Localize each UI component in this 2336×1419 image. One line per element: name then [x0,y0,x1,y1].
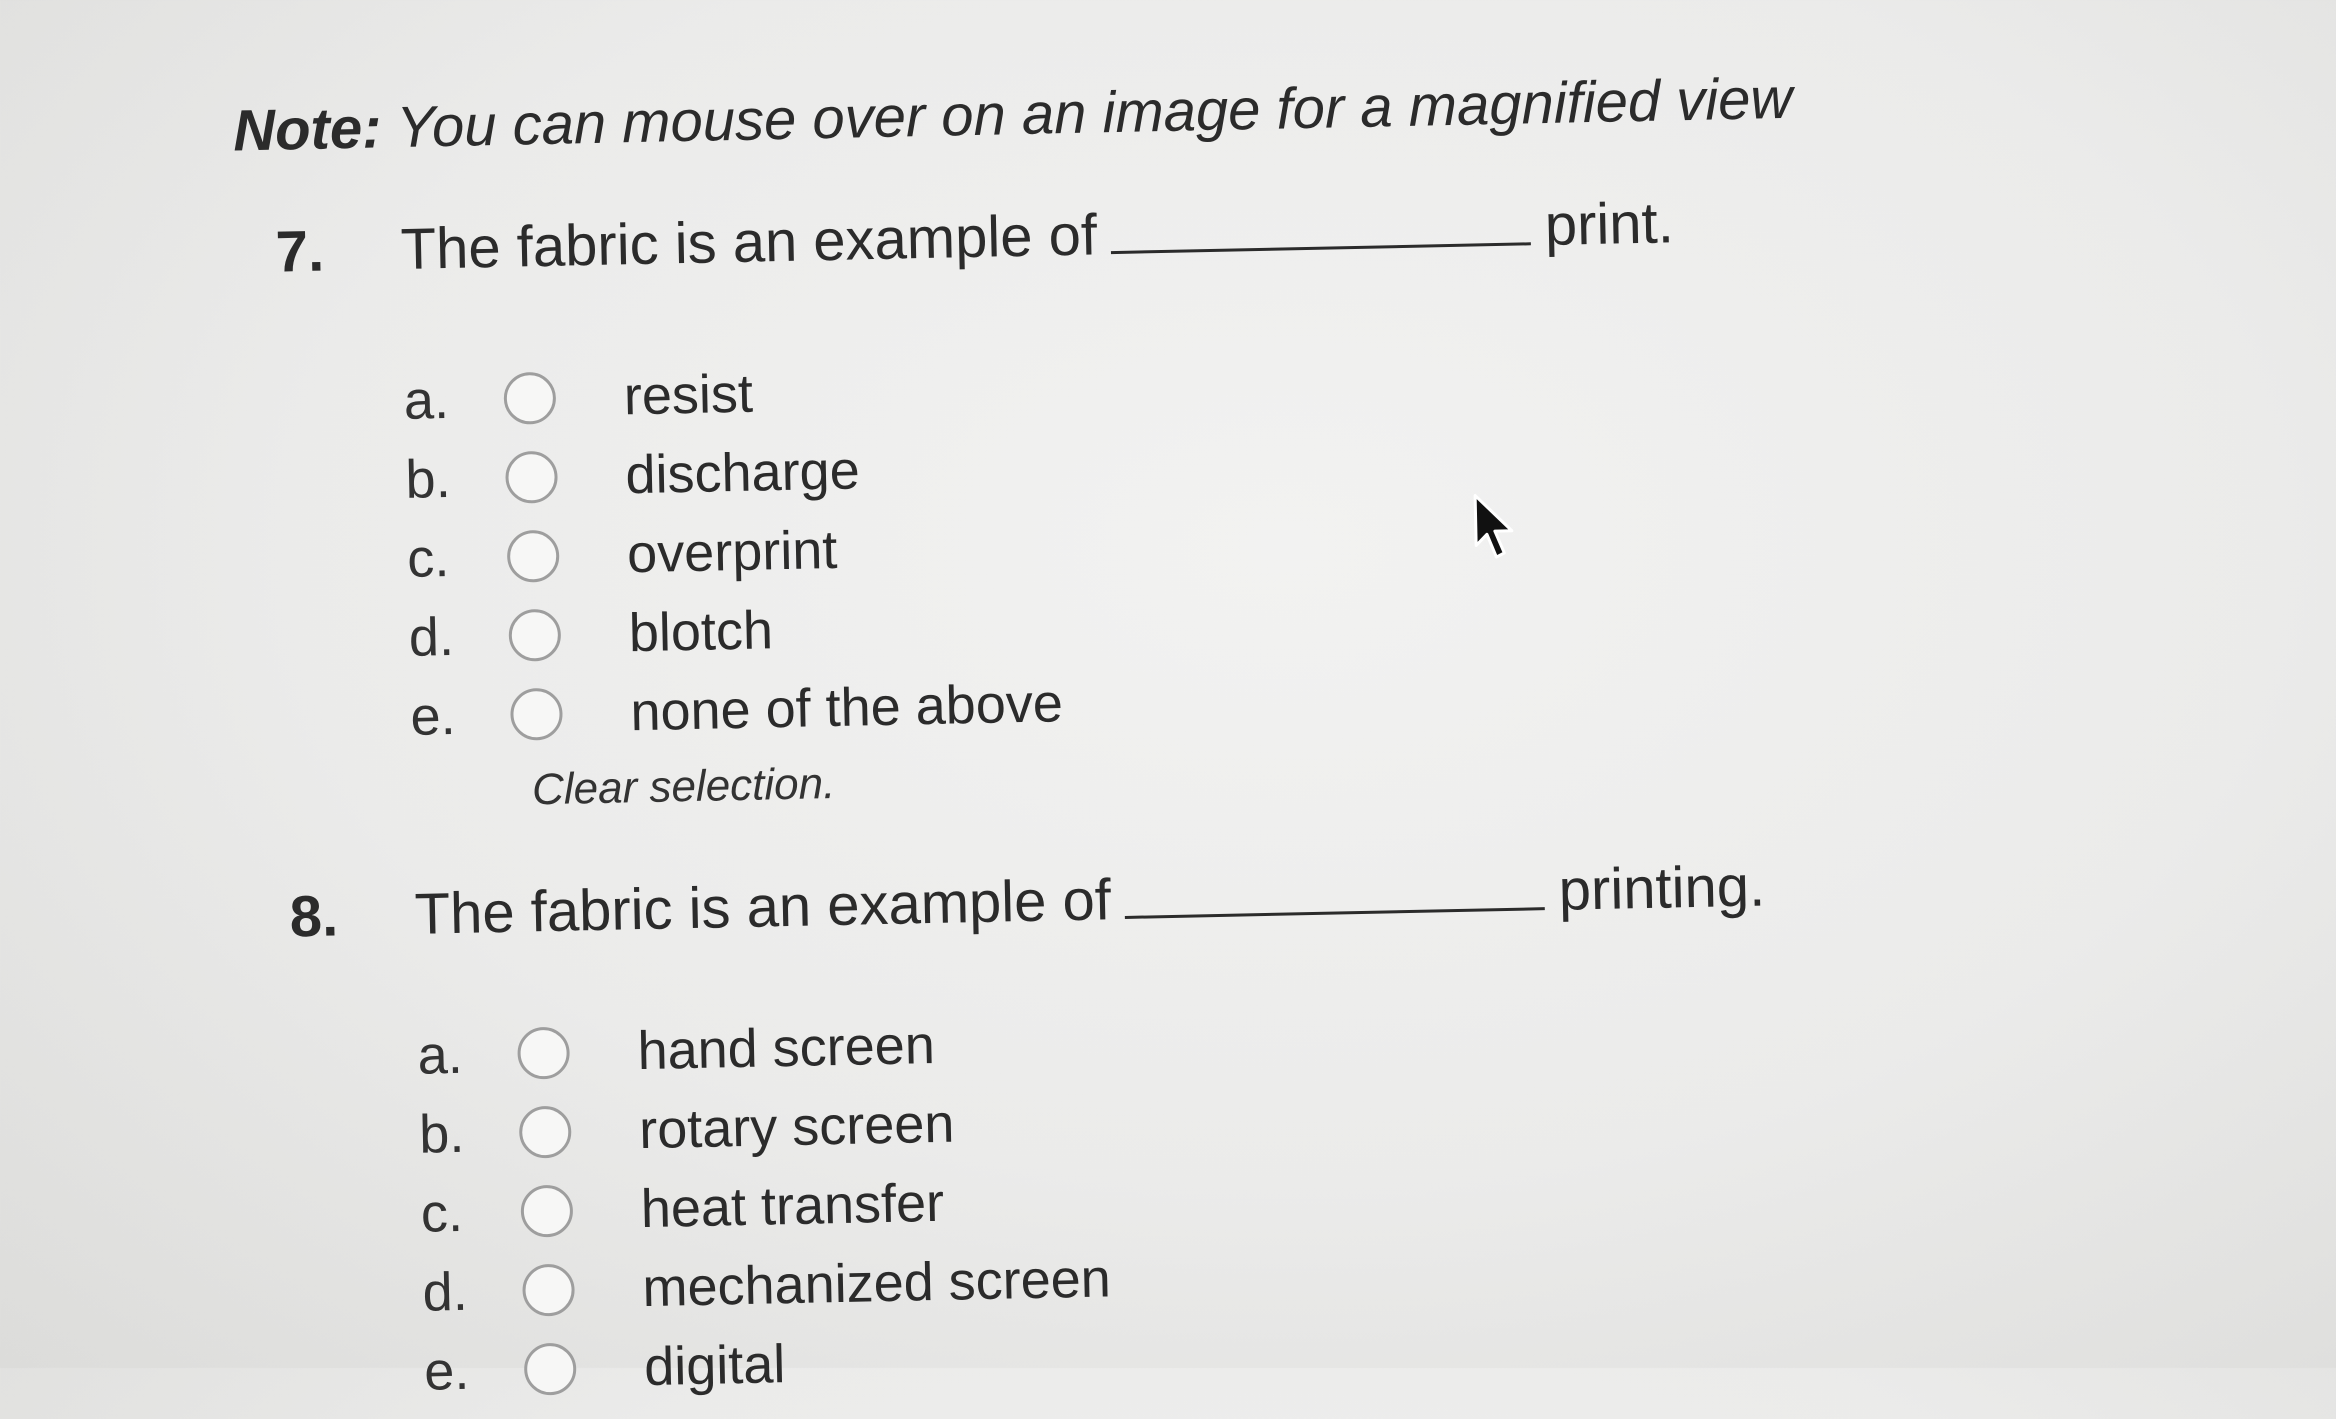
option-label[interactable]: blotch [628,599,773,664]
radio-button-icon[interactable] [520,1184,574,1238]
answer-blank [1110,194,1532,255]
option-7e[interactable]: e. none of the above [410,663,1064,756]
option-letter: c. [406,527,450,589]
option-letter: c. [420,1182,464,1244]
radio-button-icon[interactable] [503,371,557,425]
radio-button-icon[interactable] [509,687,564,741]
option-label[interactable]: digital [644,1333,786,1398]
question-8-options: a. hand screen b. rotary screen c. heat … [417,1001,1113,1410]
option-8b[interactable]: b. rotary screen [418,1080,1108,1173]
option-letter: d. [421,1261,469,1323]
question-7-options: a. resist b. discharge c. overprint d. b… [403,347,1064,756]
option-letter: a. [416,1024,464,1086]
option-letter: b. [418,1103,465,1165]
quiz-page: Note: You can mouse over on an image for… [0,0,2336,1401]
option-7b[interactable]: b. discharge [405,426,1059,519]
question-text-before: The fabric is an example of [400,202,1098,282]
note: Note: You can mouse over on an image for… [233,65,1793,165]
option-label[interactable]: none of the above [630,672,1064,743]
option-8e[interactable]: e. digital [423,1317,1113,1410]
note-text: You can mouse over on an image for a mag… [395,65,1793,161]
question-number: 7. [275,218,325,285]
option-label[interactable]: resist [623,362,753,427]
option-label[interactable]: discharge [625,439,860,506]
option-7d[interactable]: d. blotch [408,584,1062,677]
radio-button-icon[interactable] [506,529,560,583]
question-7: 7. The fabric is an example of print. [275,189,1674,285]
option-letter: a. [403,369,450,431]
question-number: 8. [289,883,339,950]
option-label[interactable]: heat transfer [640,1171,944,1239]
option-letter: d. [408,606,455,668]
question-text-after: printing. [1558,853,1766,923]
mouse-pointer-icon [1473,494,1514,559]
question-8: 8. The fabric is an example of printing. [289,853,1766,951]
answer-blank [1124,859,1546,919]
option-8c[interactable]: c. heat transfer [420,1159,1110,1252]
option-label[interactable]: mechanized screen [642,1247,1111,1319]
question-text-after: print. [1544,190,1675,259]
note-label: Note: [232,95,383,164]
option-8d[interactable]: d. mechanized screen [422,1238,1112,1331]
question-text-before: The fabric is an example of [413,867,1112,947]
option-letter: e. [409,685,457,747]
option-8a[interactable]: a. hand screen [417,1001,1107,1094]
radio-button-icon[interactable] [508,608,562,662]
clear-selection-link[interactable]: Clear selection. [532,759,836,815]
option-letter: b. [404,448,452,510]
radio-button-icon[interactable] [523,1342,577,1396]
option-label[interactable]: rotary screen [639,1092,955,1161]
radio-button-icon[interactable] [504,450,559,504]
option-7c[interactable]: c. overprint [406,505,1060,598]
radio-button-icon[interactable] [522,1263,576,1317]
option-label[interactable]: hand screen [637,1013,935,1081]
option-letter: e. [423,1340,470,1402]
radio-button-icon[interactable] [518,1105,572,1159]
radio-button-icon[interactable] [517,1026,571,1080]
option-label[interactable]: overprint [627,518,838,584]
option-7a[interactable]: a. resist [403,347,1057,440]
